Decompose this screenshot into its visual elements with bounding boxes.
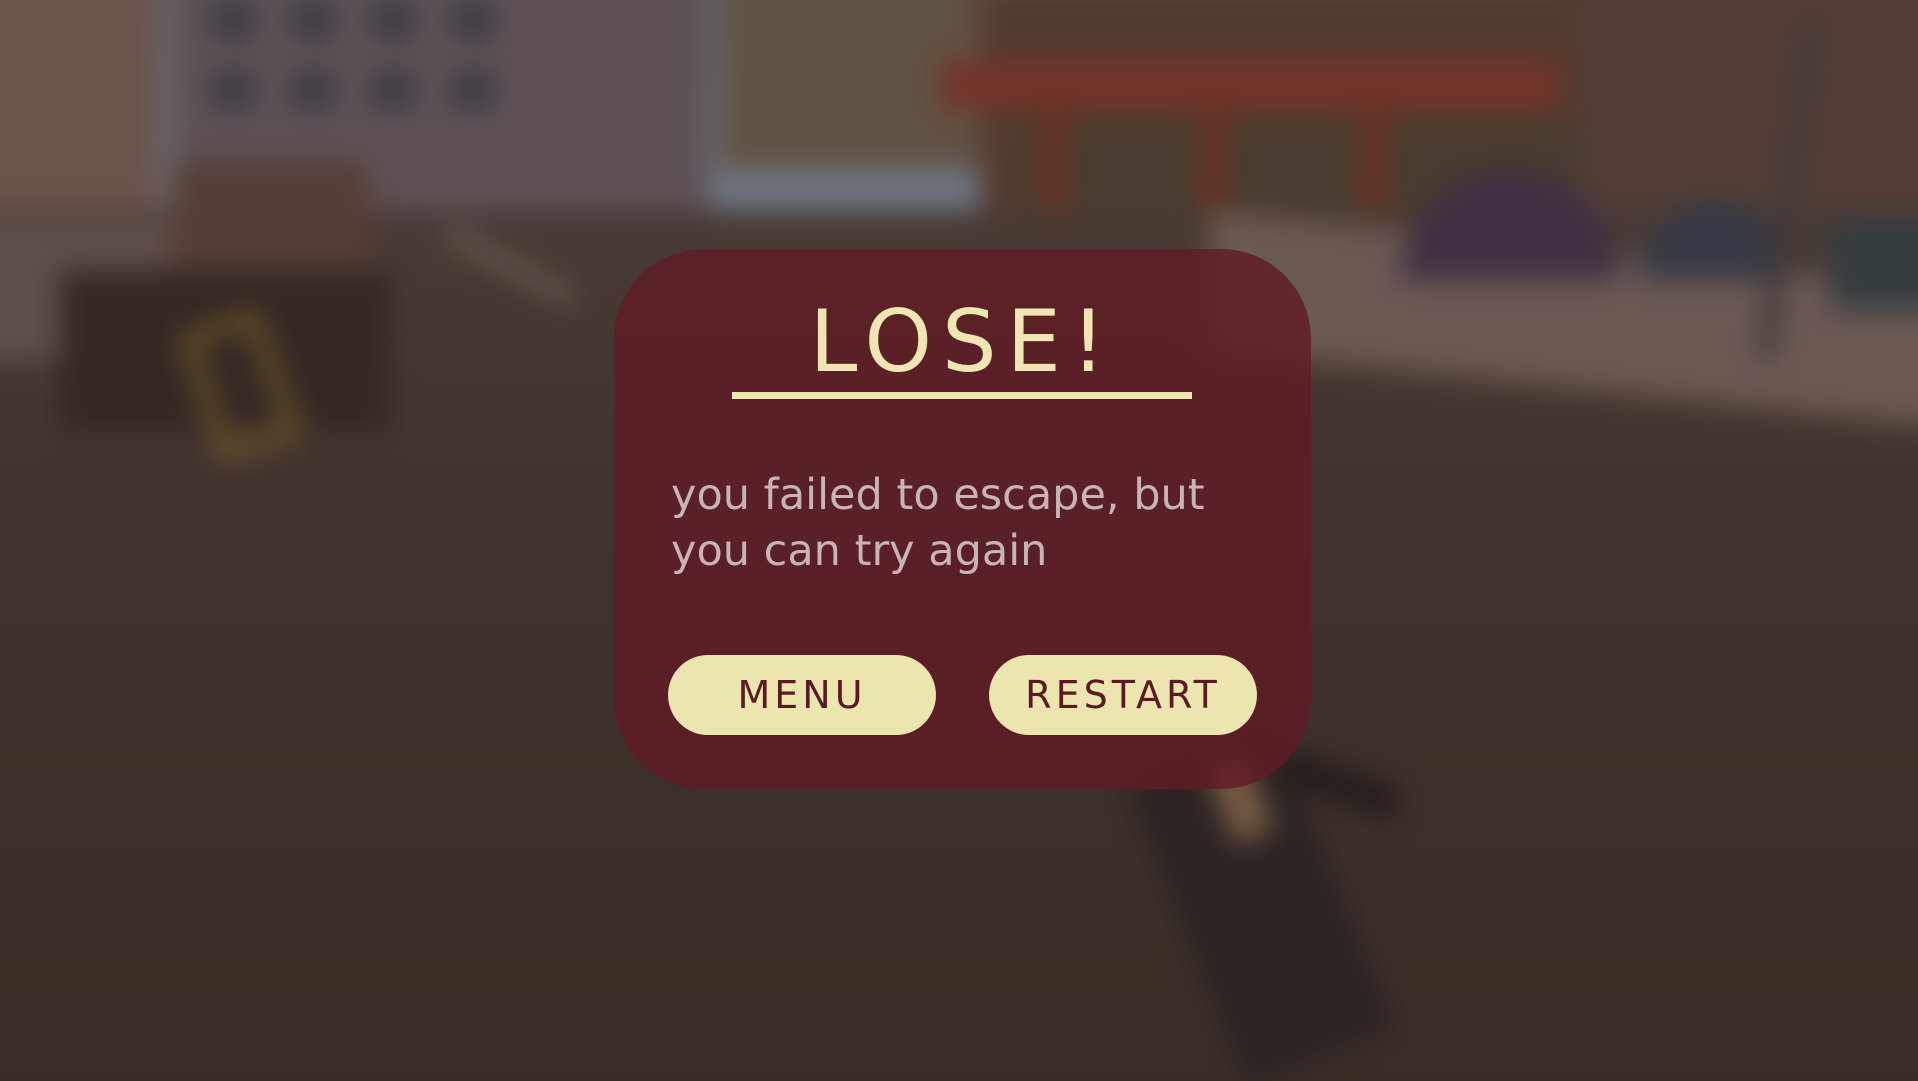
menu-button[interactable]: MENU (668, 655, 936, 735)
lose-dialog: LOSE! you failed to escape, but you can … (614, 249, 1311, 789)
dialog-message: you failed to escape, but you can try ag… (671, 470, 1205, 576)
restart-button[interactable]: RESTART (989, 655, 1257, 735)
title-underline (732, 392, 1192, 399)
dialog-title: LOSE! (809, 292, 1116, 392)
